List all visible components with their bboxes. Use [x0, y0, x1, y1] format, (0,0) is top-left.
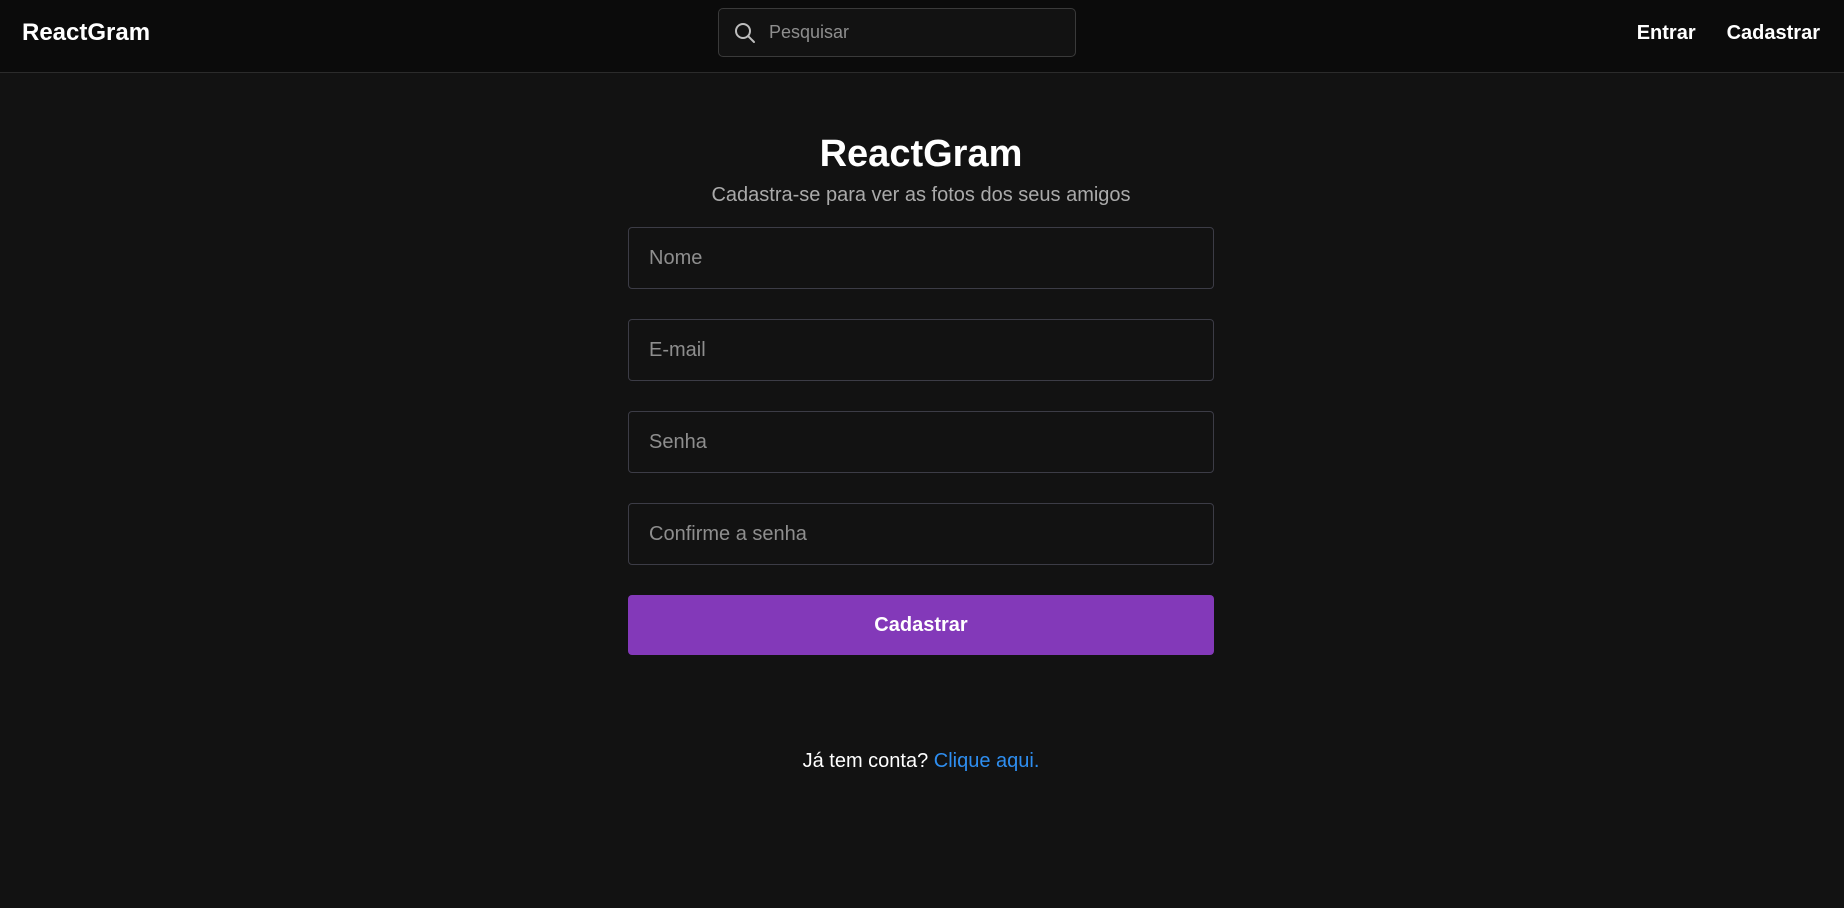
- name-input[interactable]: [628, 227, 1214, 289]
- page-subtitle: Cadastra-se para ver as fotos dos seus a…: [711, 184, 1131, 206]
- register-button[interactable]: Cadastrar: [628, 595, 1214, 655]
- password-input[interactable]: [628, 411, 1214, 473]
- confirm-password-input[interactable]: [628, 503, 1214, 565]
- register-nav-link[interactable]: Cadastrar: [1727, 22, 1820, 45]
- search-icon: [733, 21, 757, 45]
- nav-links: Entrar Cadastrar: [1637, 0, 1820, 66]
- login-prompt-text: Já tem conta?: [802, 750, 929, 772]
- page-title: ReactGram: [819, 133, 1023, 175]
- search-form: [718, 8, 1076, 57]
- email-input[interactable]: [628, 319, 1214, 381]
- search-input[interactable]: [769, 9, 1059, 56]
- login-link[interactable]: Clique aqui.: [934, 750, 1040, 772]
- brand-logo-link[interactable]: ReactGram: [22, 0, 150, 66]
- register-panel: ReactGram Cadastra-se para ver as fotos …: [628, 131, 1214, 773]
- navbar: ReactGram Entrar Cadastrar: [0, 0, 1844, 73]
- login-prompt: Já tem conta? Clique aqui.: [628, 749, 1214, 773]
- register-form: Cadastrar: [628, 227, 1214, 655]
- login-nav-link[interactable]: Entrar: [1637, 22, 1696, 45]
